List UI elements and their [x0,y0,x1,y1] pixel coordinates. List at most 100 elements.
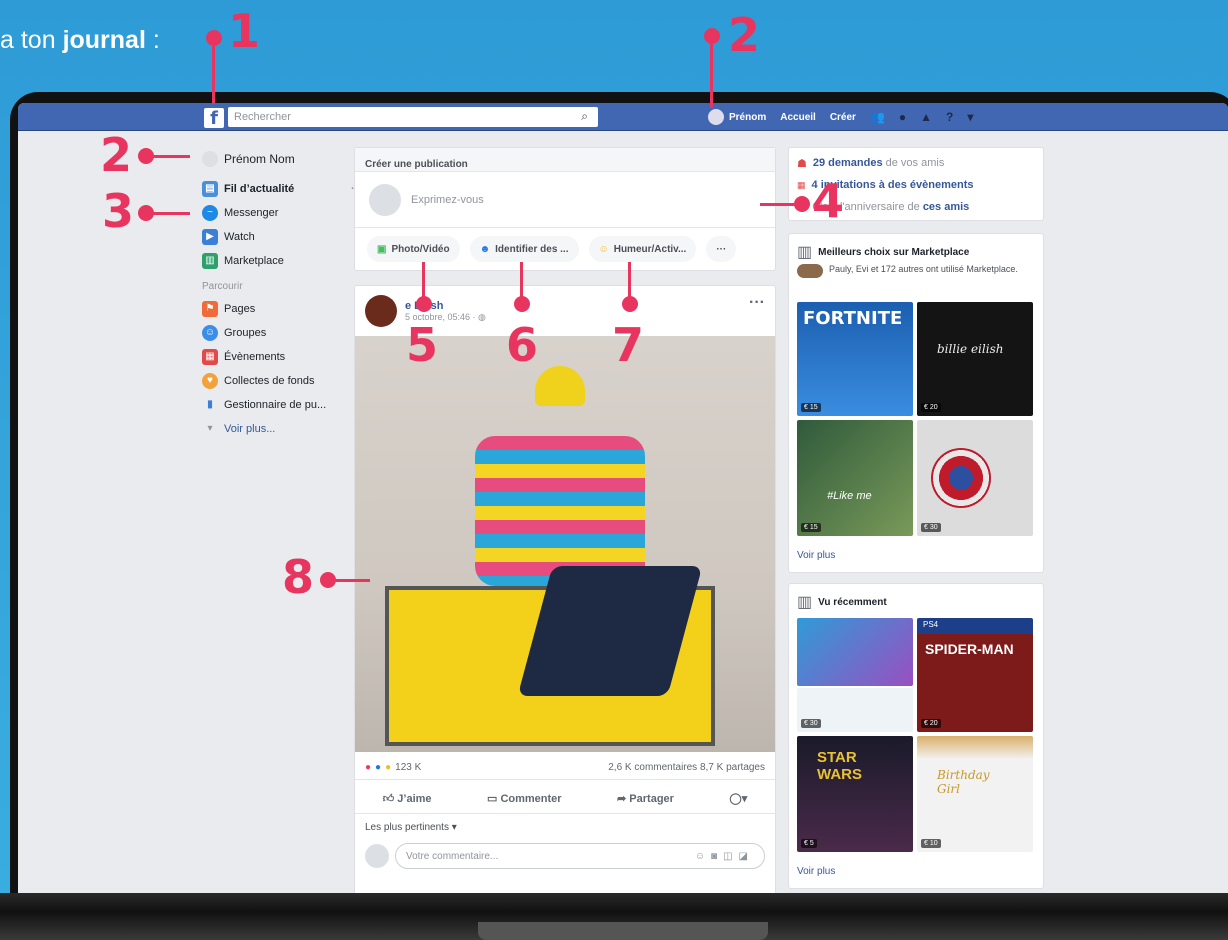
comment-input[interactable]: Votre commentaire... ☺◙◫◪ [395,843,765,869]
recent-tile[interactable] [797,618,913,686]
sidebar-item-marketplace[interactable]: ▥ Marketplace [202,249,362,273]
facebook-logo-icon[interactable]: f [204,108,224,129]
post-menu-button[interactable]: ··· [749,294,765,312]
comments-shares-count[interactable]: 2,6 K commentaires 8,7 K partages [608,762,765,773]
marker-dot [416,296,432,312]
friend-requests-count: 29 demandes [812,157,883,169]
tile-price: € 5 [801,839,817,848]
like-button[interactable]: 👍︎ J’aime [383,792,432,805]
friend-requests-label: de vos amis [882,157,945,169]
bucket-hat [535,366,585,406]
tag-friends-button[interactable]: ☻ Identifier des ... [469,236,579,262]
newsfeed-icon: ▤ [202,181,218,197]
marketplace-description: Pauly, Evi et 172 autres ont utilisé Mar… [829,264,1018,274]
reactions-count[interactable]: 123 K [395,762,421,773]
like-reaction-icon: ● [375,762,382,773]
bell-icon[interactable]: ▲ [920,110,932,124]
recent-tile[interactable]: € 30 [797,688,913,732]
sidebar-item-label: Gestionnaire de pu... [224,399,327,411]
sidebar-item-label: Pages [224,303,256,315]
haha-reaction-icon: ● [385,762,392,773]
search-input[interactable]: Rechercher ⌕ [228,107,598,127]
marketplace-icon: ▥ [202,253,218,269]
share-button[interactable]: ➦ Partager [617,792,674,805]
post-photo[interactable] [355,336,775,752]
birthday-link: ces amis [922,201,970,213]
share-icon: ➦ [617,793,630,805]
feeling-activity-button[interactable]: ☺ Humeur/Activ... [588,236,697,262]
comment-sort-dropdown[interactable]: Les plus pertinents ▾ [365,822,457,833]
sidebar-item-events[interactable]: ▦ Évènements [202,345,362,369]
tile-title: STAR WARS [817,749,862,783]
messenger-icon: ~ [202,205,218,221]
recent-tile[interactable]: STAR WARS € 5 [797,736,913,852]
tile-title: SPIDER-MAN [925,641,1014,657]
sidebar-item-watch[interactable]: ▶ Watch [202,225,362,249]
profile-link[interactable]: Prénom [708,109,766,125]
marker-line [710,38,713,108]
tile-price: € 10 [921,839,941,848]
create-link[interactable]: Créer [830,112,856,123]
see-more-link[interactable]: ▾ Voir plus... [202,417,362,441]
sidebar-item-newsfeed[interactable]: ▤ Fil d’actualité ··· [202,177,362,201]
composer-header: Créer une publication [355,148,775,172]
post-card: e Eilish 5 octobre, 05:46 · ◍ ··· ●●●123… [354,285,776,893]
love-reaction-icon: ● [365,762,372,773]
sidebar-item-ads-manager[interactable]: ▮ Gestionnaire de pu... [202,393,362,417]
profile-name: Prénom Nom [224,152,295,166]
sidebar-item-groups[interactable]: ☺ Groupes [202,321,362,345]
marketplace-tile[interactable]: € 30 [917,420,1033,536]
marketplace-card: ▥ Meilleurs choix sur Marketplace Pauly,… [788,233,1044,573]
chevron-down-icon[interactable]: ▾ [967,110,973,124]
striped-shirt [475,436,645,586]
avatar[interactable] [365,295,397,327]
more-options-button[interactable]: ··· [706,236,737,262]
chart-icon: ▮ [207,399,213,410]
see-more-link[interactable]: Voir plus [797,866,835,877]
photo-video-button[interactable]: ▣ Photo/Vidéo [367,236,460,262]
marketplace-title: Meilleurs choix sur Marketplace [818,246,970,258]
audience-selector[interactable]: ◯▾ [729,792,747,805]
help-icon[interactable]: ? [946,110,953,124]
marker-line [520,262,523,298]
caption: a ton journal : [0,26,160,54]
recent-tile[interactable]: Birthday Girl € 10 [917,736,1033,852]
marker-3: 3 [102,184,135,238]
top-navigation-bar: f Rechercher ⌕ Prénom Accueil Créer 👥 ● … [18,103,1228,131]
marker-2: 2 [728,8,761,62]
composer-placeholder: Exprimez-vous [411,193,484,206]
avatar [365,844,389,868]
messenger-icon[interactable]: ● [899,110,906,124]
friend-requests[interactable]: ☗ 29 demandes de vos amis [797,152,1035,174]
tile-price: € 15 [801,403,821,412]
marketplace-tile[interactable]: FORTNITE € 15 [797,302,913,416]
recent-tile[interactable]: PS4 SPIDER-MAN € 20 [917,618,1033,732]
tile-title: FORTNITE [803,308,903,329]
tile-title: #Like me [827,490,872,502]
post-actions: 👍︎ J’aime ▭ Commenter ➦ Partager ◯▾ [355,784,775,814]
tile-price: € 15 [801,523,821,532]
profile-name: Prénom [729,111,767,123]
marker-line [422,262,425,298]
friends-avatars [797,264,823,278]
photo-icon: ▣ [377,243,387,255]
marketplace-tile[interactable]: billie eilish € 20 [917,302,1033,416]
composer-input[interactable]: Exprimez-vous [355,172,775,228]
home-link[interactable]: Accueil [780,112,816,123]
comment-button[interactable]: ▭ Commenter [487,792,562,805]
topbar-right: Prénom Accueil Créer 👥 ● ▲ ? ▾ [708,108,973,126]
comment-tools-icon[interactable]: ☺◙◫◪ [695,851,754,862]
marketplace-header: ▥ Meilleurs choix sur Marketplace [797,242,969,262]
sidebar-item-label: Collectes de fonds [224,375,315,387]
marker-line [628,262,631,298]
tag-icon: ☻ [479,243,491,255]
sidebar-item-messenger[interactable]: ~ Messenger [202,201,362,225]
search-icon[interactable]: ⌕ [581,109,588,124]
marketplace-tile[interactable]: #Like me € 15 [797,420,913,536]
sidebar-item-pages[interactable]: ⚑ Pages 2 [202,297,362,321]
friends-icon[interactable]: 👥 [870,110,885,124]
sidebar-item-fundraisers[interactable]: ♥ Collectes de fonds [202,369,362,393]
sidebar-item-label: Évènements [224,351,286,363]
see-more-link[interactable]: Voir plus [797,550,835,561]
sidebar-profile[interactable]: Prénom Nom [202,147,362,171]
